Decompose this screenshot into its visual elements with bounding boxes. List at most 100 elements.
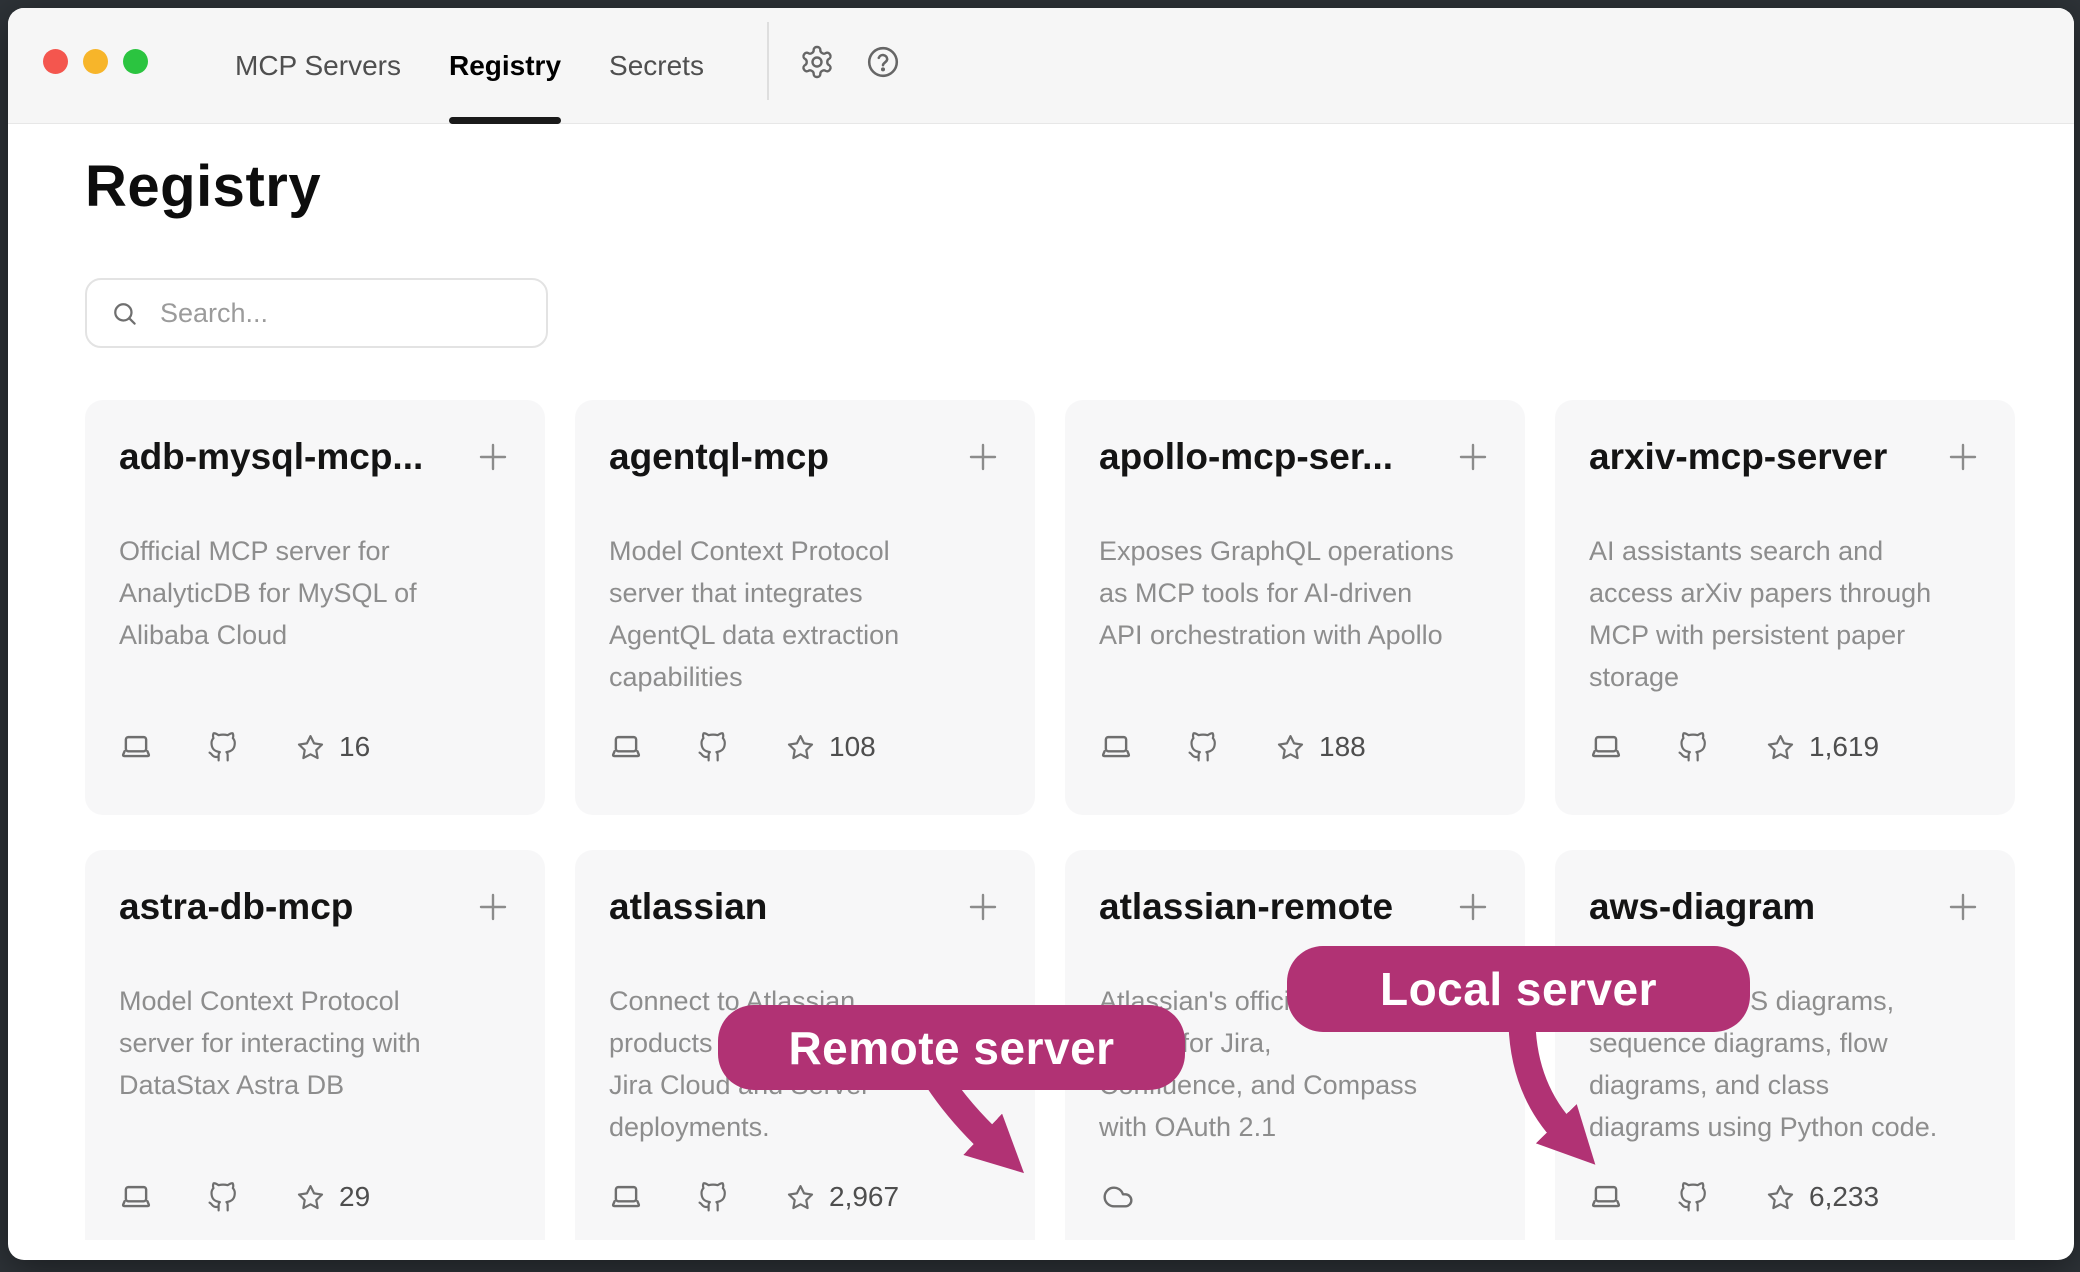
add-server-button[interactable] xyxy=(965,889,1001,925)
server-name: astra-db-mcp xyxy=(119,884,353,930)
card-header: adb-mysql-mcp... xyxy=(119,434,511,480)
description-line: AnalyticDB for MySQL of xyxy=(119,572,417,614)
description-line: Alibaba Cloud xyxy=(119,614,417,656)
add-server-button[interactable] xyxy=(1455,439,1491,475)
star-icon xyxy=(1766,733,1795,762)
description-line: storage xyxy=(1589,656,1931,698)
callout-remote-server: Remote server xyxy=(718,1005,1185,1090)
server-description: Model Context Protocolserver for interac… xyxy=(119,980,421,1106)
card-header: atlassian-remote xyxy=(1099,884,1491,930)
card-footer: 188 xyxy=(1099,730,1366,764)
tab-mcp-servers[interactable]: MCP Servers xyxy=(235,8,401,124)
search-icon xyxy=(111,300,138,327)
server-name: arxiv-mcp-server xyxy=(1589,434,1887,480)
search-input[interactable] xyxy=(158,297,526,330)
star-count: 6,233 xyxy=(1809,1181,1879,1213)
description-line: AgentQL data extraction xyxy=(609,614,899,656)
description-line: deployments. xyxy=(609,1106,870,1148)
card-footer: 108 xyxy=(609,730,876,764)
card-footer: 1,619 xyxy=(1589,730,1879,764)
help-icon[interactable] xyxy=(865,44,901,80)
star-count: 1,619 xyxy=(1809,731,1879,763)
description-line: Official MCP server for xyxy=(119,530,417,572)
add-server-button[interactable] xyxy=(475,889,511,925)
server-name: adb-mysql-mcp... xyxy=(119,434,423,480)
description-line: Exposes GraphQL operations xyxy=(1099,530,1454,572)
add-server-button[interactable] xyxy=(965,439,1001,475)
laptop-icon xyxy=(1589,731,1623,763)
card-header: atlassian xyxy=(609,884,1001,930)
server-description: Official MCP server forAnalyticDB for My… xyxy=(119,530,417,656)
minimize-window-button[interactable] xyxy=(83,49,108,74)
laptop-icon xyxy=(609,1181,643,1213)
description-line: MCP with persistent paper xyxy=(1589,614,1931,656)
close-window-button[interactable] xyxy=(43,49,68,74)
card-header: aws-diagram xyxy=(1589,884,1981,930)
star-icon xyxy=(296,733,325,762)
desktop: { "colors": { "callout_accent": "#b13274… xyxy=(0,0,2080,1272)
server-name: aws-diagram xyxy=(1589,884,1815,930)
star-icon xyxy=(1276,733,1305,762)
description-line: with OAuth 2.1 xyxy=(1099,1106,1417,1148)
search-box xyxy=(85,278,548,348)
tab-secrets[interactable]: Secrets xyxy=(609,8,704,124)
description-line: DataStax Astra DB xyxy=(119,1064,421,1106)
server-name: apollo-mcp-ser... xyxy=(1099,434,1393,480)
github-icon xyxy=(697,1182,728,1213)
tab-registry[interactable]: Registry xyxy=(449,8,561,124)
description-line: Model Context Protocol xyxy=(119,980,421,1022)
card-footer: 16 xyxy=(119,730,370,764)
description-line: as MCP tools for AI-driven xyxy=(1099,572,1454,614)
star-count: 16 xyxy=(339,731,370,763)
server-name: agentql-mcp xyxy=(609,434,829,480)
github-icon xyxy=(207,732,238,763)
cloud-icon xyxy=(1099,1181,1137,1213)
description-line: server for interacting with xyxy=(119,1022,421,1064)
laptop-icon xyxy=(609,731,643,763)
window-controls xyxy=(43,49,148,74)
card-footer: 6,233 xyxy=(1589,1180,1879,1214)
card-header: astra-db-mcp xyxy=(119,884,511,930)
server-card[interactable]: adb-mysql-mcp... Official MCP server for… xyxy=(85,400,545,815)
titlebar-divider xyxy=(767,22,769,100)
star-count: 188 xyxy=(1319,731,1366,763)
add-server-button[interactable] xyxy=(475,439,511,475)
description-line: capabilities xyxy=(609,656,899,698)
server-card[interactable]: aws-diagram Generate AWS diagrams,sequen… xyxy=(1555,850,2015,1240)
card-header: apollo-mcp-ser... xyxy=(1099,434,1491,480)
star-icon xyxy=(786,733,815,762)
server-card[interactable]: astra-db-mcp Model Context Protocolserve… xyxy=(85,850,545,1240)
card-footer: 29 xyxy=(119,1180,370,1214)
card-footer: 2,967 xyxy=(609,1180,899,1214)
add-server-button[interactable] xyxy=(1945,889,1981,925)
server-card[interactable]: agentql-mcp Model Context Protocolserver… xyxy=(575,400,1035,815)
star-count: 2,967 xyxy=(829,1181,899,1213)
add-server-button[interactable] xyxy=(1455,889,1491,925)
server-card[interactable]: arxiv-mcp-server AI assistants search an… xyxy=(1555,400,2015,815)
github-icon xyxy=(697,732,728,763)
app-window: MCP Servers Registry Secrets Registry xyxy=(8,8,2074,1260)
callout-local-server-label: Local server xyxy=(1380,962,1657,1016)
github-icon xyxy=(1677,1182,1708,1213)
star-count: 108 xyxy=(829,731,876,763)
page-title: Registry xyxy=(85,153,321,220)
star-count: 29 xyxy=(339,1181,370,1213)
card-footer xyxy=(1099,1180,1137,1214)
card-header: arxiv-mcp-server xyxy=(1589,434,1981,480)
zoom-window-button[interactable] xyxy=(123,49,148,74)
description-line: access arXiv papers through xyxy=(1589,572,1931,614)
github-icon xyxy=(1187,732,1218,763)
description-line: API orchestration with Apollo xyxy=(1099,614,1454,656)
titlebar: MCP Servers Registry Secrets xyxy=(8,8,2074,124)
main-tabs: MCP Servers Registry Secrets xyxy=(235,8,704,124)
description-line: diagrams, and class xyxy=(1589,1064,1937,1106)
card-header: agentql-mcp xyxy=(609,434,1001,480)
laptop-icon xyxy=(119,1181,153,1213)
description-line: Model Context Protocol xyxy=(609,530,899,572)
star-icon xyxy=(786,1183,815,1212)
gear-icon[interactable] xyxy=(799,44,835,80)
add-server-button[interactable] xyxy=(1945,439,1981,475)
server-description: AI assistants search andaccess arXiv pap… xyxy=(1589,530,1931,698)
github-icon xyxy=(207,1182,238,1213)
server-card[interactable]: apollo-mcp-ser... Exposes GraphQL operat… xyxy=(1065,400,1525,815)
